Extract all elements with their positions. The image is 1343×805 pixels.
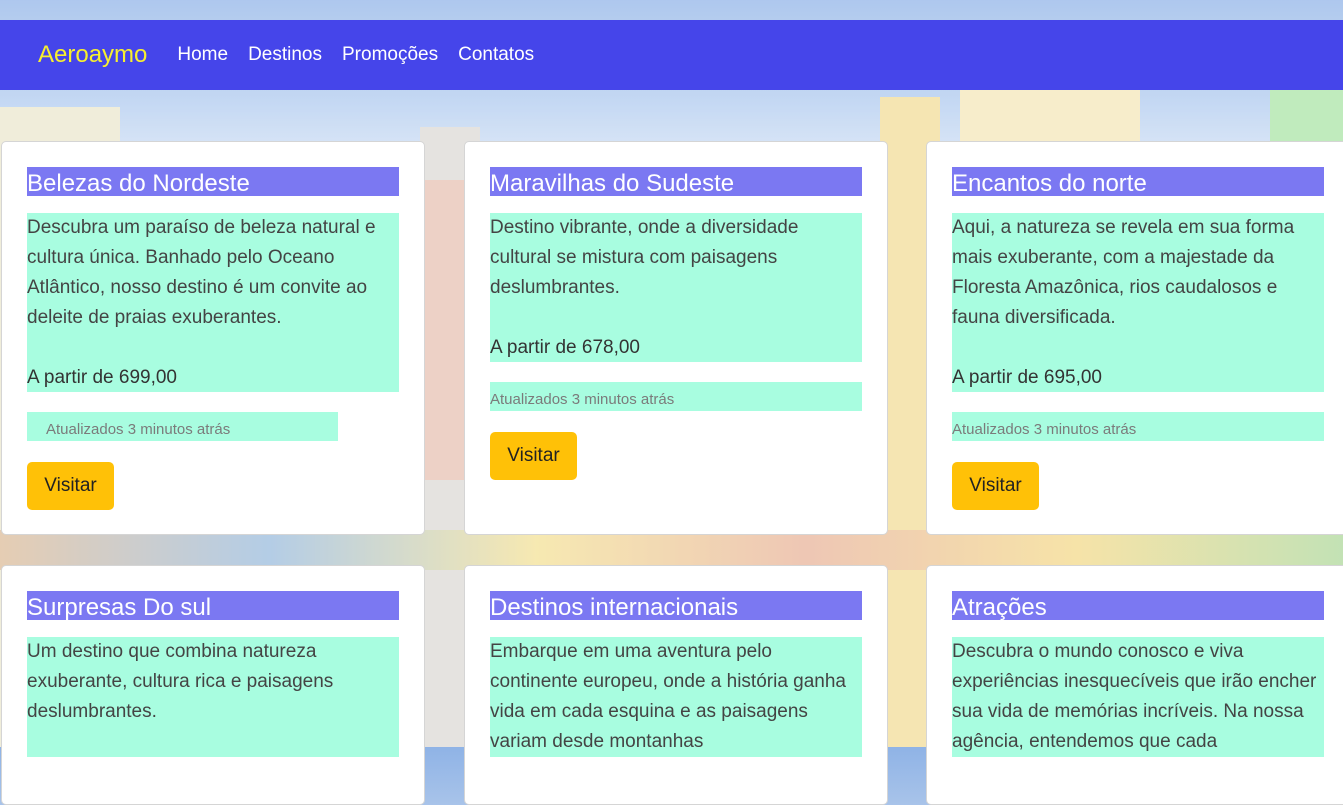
card-text: Um destino que combina natureza exuberan…: [27, 641, 334, 722]
card-updated: Atualizados 3 minutos atrás: [952, 412, 1324, 441]
card-text: Aqui, a natureza se revela em sua forma …: [952, 217, 1295, 328]
destination-card-nordeste: Belezas do Nordeste Descubra um paraíso …: [1, 141, 425, 535]
card-title: Atrações: [952, 591, 1324, 620]
card-updated: Atualizados 3 minutos atrás: [27, 412, 338, 441]
destination-card-sudeste: Maravilhas do Sudeste Destino vibrante, …: [464, 141, 888, 535]
card-price: A partir de 695,00: [952, 367, 1102, 388]
card-body: Descubra um paraíso de beleza natural e …: [27, 213, 399, 392]
card-price: A partir de 678,00: [490, 337, 640, 358]
destination-card-norte: Encantos do norte Aqui, a natureza se re…: [926, 141, 1343, 535]
card-text: Destino vibrante, onde a diversidade cul…: [490, 217, 799, 298]
brand-logo[interactable]: Aeroaymo: [38, 41, 147, 69]
card-title: Encantos do norte: [952, 167, 1324, 196]
card-body: Embarque em uma aventura pelo continente…: [490, 637, 862, 757]
card-title: Belezas do Nordeste: [27, 167, 399, 196]
card-price: A partir de 699,00: [27, 367, 177, 388]
nav-contatos[interactable]: Contatos: [458, 44, 534, 66]
card-body: Descubra o mundo conosco e viva experiên…: [952, 637, 1324, 757]
visit-button[interactable]: Visitar: [27, 462, 114, 510]
nav-destinos[interactable]: Destinos: [248, 44, 322, 66]
card-body: Destino vibrante, onde a diversidade cul…: [490, 213, 862, 362]
destination-card-internacionais: Destinos internacionais Embarque em uma …: [464, 565, 888, 805]
card-title: Maravilhas do Sudeste: [490, 167, 862, 196]
card-body: Um destino que combina natureza exuberan…: [27, 637, 399, 757]
nav-home[interactable]: Home: [177, 44, 228, 66]
card-body: Aqui, a natureza se revela em sua forma …: [952, 213, 1324, 392]
nav-promocoes[interactable]: Promoções: [342, 44, 438, 66]
destination-card-sul: Surpresas Do sul Um destino que combina …: [1, 565, 425, 805]
card-text: Embarque em uma aventura pelo continente…: [490, 641, 846, 752]
card-text: Descubra um paraíso de beleza natural e …: [27, 217, 376, 328]
top-strip: [0, 0, 1343, 20]
card-text: Descubra o mundo conosco e viva experiên…: [952, 641, 1317, 752]
visit-button[interactable]: Visitar: [490, 432, 577, 480]
card-title: Destinos internacionais: [490, 591, 862, 620]
visit-button[interactable]: Visitar: [952, 462, 1039, 510]
card-updated: Atualizados 3 minutos atrás: [490, 382, 862, 411]
navbar: Aeroaymo Home Destinos Promoções Contato…: [0, 20, 1343, 90]
destination-card-atracoes: Atrações Descubra o mundo conosco e viva…: [926, 565, 1343, 805]
card-title: Surpresas Do sul: [27, 591, 399, 620]
